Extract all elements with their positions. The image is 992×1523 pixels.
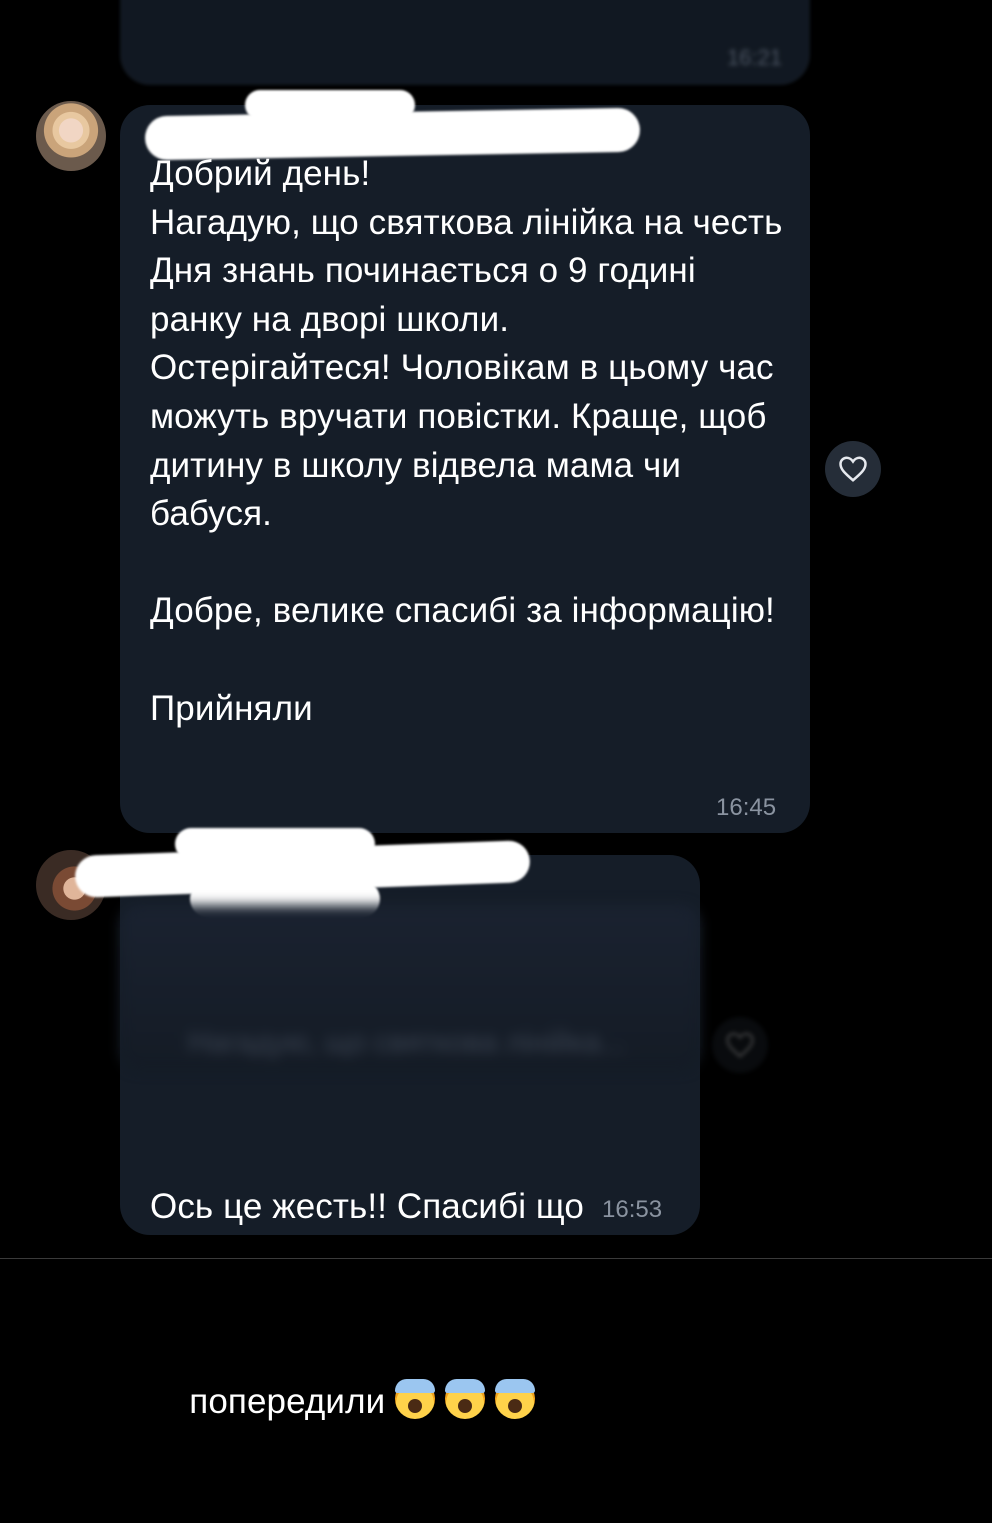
message-time: 16:53 [602, 1196, 663, 1223]
screaming-face-emoji-icon [395, 1378, 436, 1419]
redacted-sender-name [245, 90, 415, 120]
like-button[interactable] [712, 1017, 768, 1073]
previous-message-bubble[interactable]: 16:21 [120, 0, 810, 85]
message-text: Ось це жесть!! Спасибі що попередили [150, 1086, 690, 1523]
divider [0, 1258, 992, 1259]
quoted-message-text: Нагадую, що святкова лінійка... [188, 1026, 626, 1059]
reply-quote[interactable]: Нагадую, що святкова лінійка... [120, 905, 700, 1070]
sender-avatar[interactable] [36, 101, 106, 171]
message-time: 16:21 [726, 45, 782, 70]
like-button[interactable] [825, 441, 881, 497]
message-text: Добрий день! Нагадую, що святкова лінійк… [150, 154, 783, 728]
message-text-line: попередили [150, 1329, 690, 1475]
message-text-line-2: попередили [189, 1381, 386, 1421]
redacted-sender-name [175, 828, 375, 860]
message-time: 16:45 [716, 794, 777, 821]
screaming-face-emoji-icon [495, 1378, 536, 1419]
screaming-face-emoji-icon [445, 1378, 486, 1419]
heart-outline-icon [839, 456, 867, 482]
heart-outline-icon [726, 1032, 754, 1058]
